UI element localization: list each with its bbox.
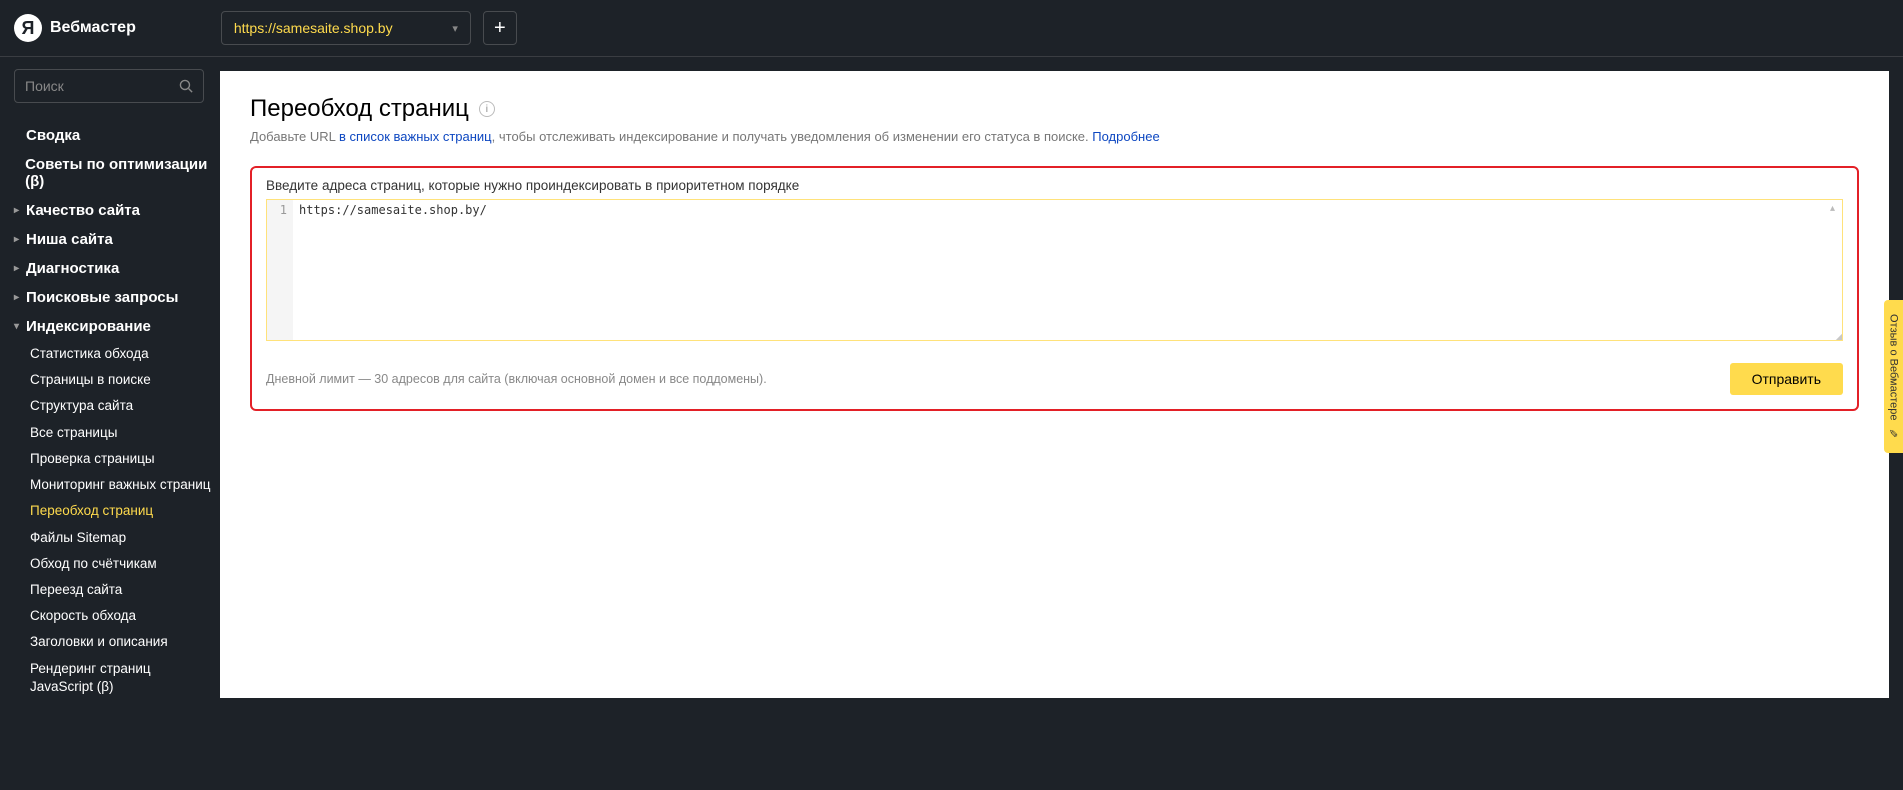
page-subtitle: Добавьте URL в список важных страниц, чт… <box>250 129 1859 144</box>
nav-niche[interactable]: ▸Ниша сайта <box>14 225 212 254</box>
important-pages-link[interactable]: в список важных страниц <box>339 129 492 144</box>
caret-right-icon: ▸ <box>14 234 24 245</box>
editor-content: https://samesaite.shop.by/ <box>267 200 1842 217</box>
nav-label: Диагностика <box>26 260 119 277</box>
sub-all-pages[interactable]: Все страницы <box>30 420 212 446</box>
sub-crawl-speed[interactable]: Скорость обхода <box>30 603 212 629</box>
urls-code-editor[interactable]: 1 https://samesaite.shop.by/ ▴ ◢ <box>266 199 1843 341</box>
sub-monitoring[interactable]: Мониторинг важных страниц <box>30 472 212 498</box>
page-title: Переобход страниц i <box>250 95 1859 123</box>
daily-limit-text: Дневной лимит — 30 адресов для сайта (вк… <box>266 372 767 386</box>
nav-label: Сводка <box>26 127 80 144</box>
form-footer: Дневной лимит — 30 адресов для сайта (вк… <box>266 363 1843 395</box>
main-content: Переобход страниц i Добавьте URL в списо… <box>220 71 1889 698</box>
caret-right-icon: ▸ <box>14 263 24 274</box>
nav-label: Ниша сайта <box>26 231 113 248</box>
sub-site-move[interactable]: Переезд сайта <box>30 577 212 603</box>
sub-counters[interactable]: Обход по счётчикам <box>30 551 212 577</box>
sidebar-search-input[interactable]: Поиск <box>14 69 204 103</box>
sub-titles[interactable]: Заголовки и описания <box>30 629 212 655</box>
feedback-label: Отзыв о Вебмастере <box>1888 314 1900 420</box>
nav-quality[interactable]: ▸Качество сайта <box>14 196 212 225</box>
feedback-icon: ✎ <box>1887 426 1900 439</box>
sub-structure[interactable]: Структура сайта <box>30 393 212 419</box>
nav-advice[interactable]: Советы по оптимизации (β) <box>14 150 212 196</box>
service-name: Вебмастер <box>50 19 136 37</box>
sub-sitemap[interactable]: Файлы Sitemap <box>30 525 212 551</box>
info-icon[interactable]: i <box>479 101 495 117</box>
top-header: Я Вебмастер https://samesaite.shop.by ▾ … <box>0 0 1903 56</box>
nav-label: Индексирование <box>26 318 151 335</box>
subtitle-mid: , чтобы отслеживать индексирование и пол… <box>492 129 1093 144</box>
resize-handle-icon[interactable]: ◢ <box>1836 329 1843 341</box>
caret-right-icon: ▸ <box>14 292 24 303</box>
nav-indexing[interactable]: ▾Индексирование <box>14 312 212 341</box>
nav-queries[interactable]: ▸Поисковые запросы <box>14 283 212 312</box>
sub-crawl-stats[interactable]: Статистика обхода <box>30 341 212 367</box>
highlighted-form: Введите адреса страниц, которые нужно пр… <box>250 166 1859 411</box>
sub-recrawl[interactable]: Переобход страниц <box>30 498 212 524</box>
more-link[interactable]: Подробнее <box>1092 129 1159 144</box>
site-selector-block: https://samesaite.shop.by ▾ + <box>221 11 517 45</box>
editor-gutter: 1 <box>267 200 293 340</box>
sub-pages-search[interactable]: Страницы в поиске <box>30 367 212 393</box>
logo[interactable]: Я Вебмастер <box>14 14 136 42</box>
nav-label: Советы по оптимизации (β) <box>25 156 212 190</box>
nav-summary[interactable]: Сводка <box>14 121 212 150</box>
caret-right-icon: ▸ <box>14 205 24 216</box>
nav-label: Поисковые запросы <box>26 289 178 306</box>
chevron-down-icon: ▾ <box>452 22 458 35</box>
nav-diagnostics[interactable]: ▸Диагностика <box>14 254 212 283</box>
send-button[interactable]: Отправить <box>1730 363 1843 395</box>
subtitle-pre: Добавьте URL <box>250 129 339 144</box>
site-dropdown[interactable]: https://samesaite.shop.by ▾ <box>221 11 471 45</box>
caret-down-icon: ▾ <box>14 321 24 332</box>
feedback-tab[interactable]: Отзыв о Вебмастере ✎ <box>1884 300 1903 453</box>
search-placeholder: Поиск <box>25 78 64 94</box>
sidebar: Поиск Сводка Советы по оптимизации (β) ▸… <box>0 57 216 712</box>
nav-label: Качество сайта <box>26 202 140 219</box>
search-icon <box>179 79 193 96</box>
page-title-text: Переобход страниц <box>250 95 469 123</box>
indexing-submenu: Статистика обхода Страницы в поиске Стру… <box>14 341 212 700</box>
selected-site-url: https://samesaite.shop.by <box>234 20 393 36</box>
sub-js-render[interactable]: Рендеринг страниц JavaScript (β) <box>30 656 212 700</box>
sub-page-check[interactable]: Проверка страницы <box>30 446 212 472</box>
yandex-logo-icon: Я <box>14 14 42 42</box>
urls-input-label: Введите адреса страниц, которые нужно пр… <box>266 178 1843 193</box>
add-site-button[interactable]: + <box>483 11 517 45</box>
scroll-up-icon[interactable]: ▴ <box>1830 203 1839 212</box>
